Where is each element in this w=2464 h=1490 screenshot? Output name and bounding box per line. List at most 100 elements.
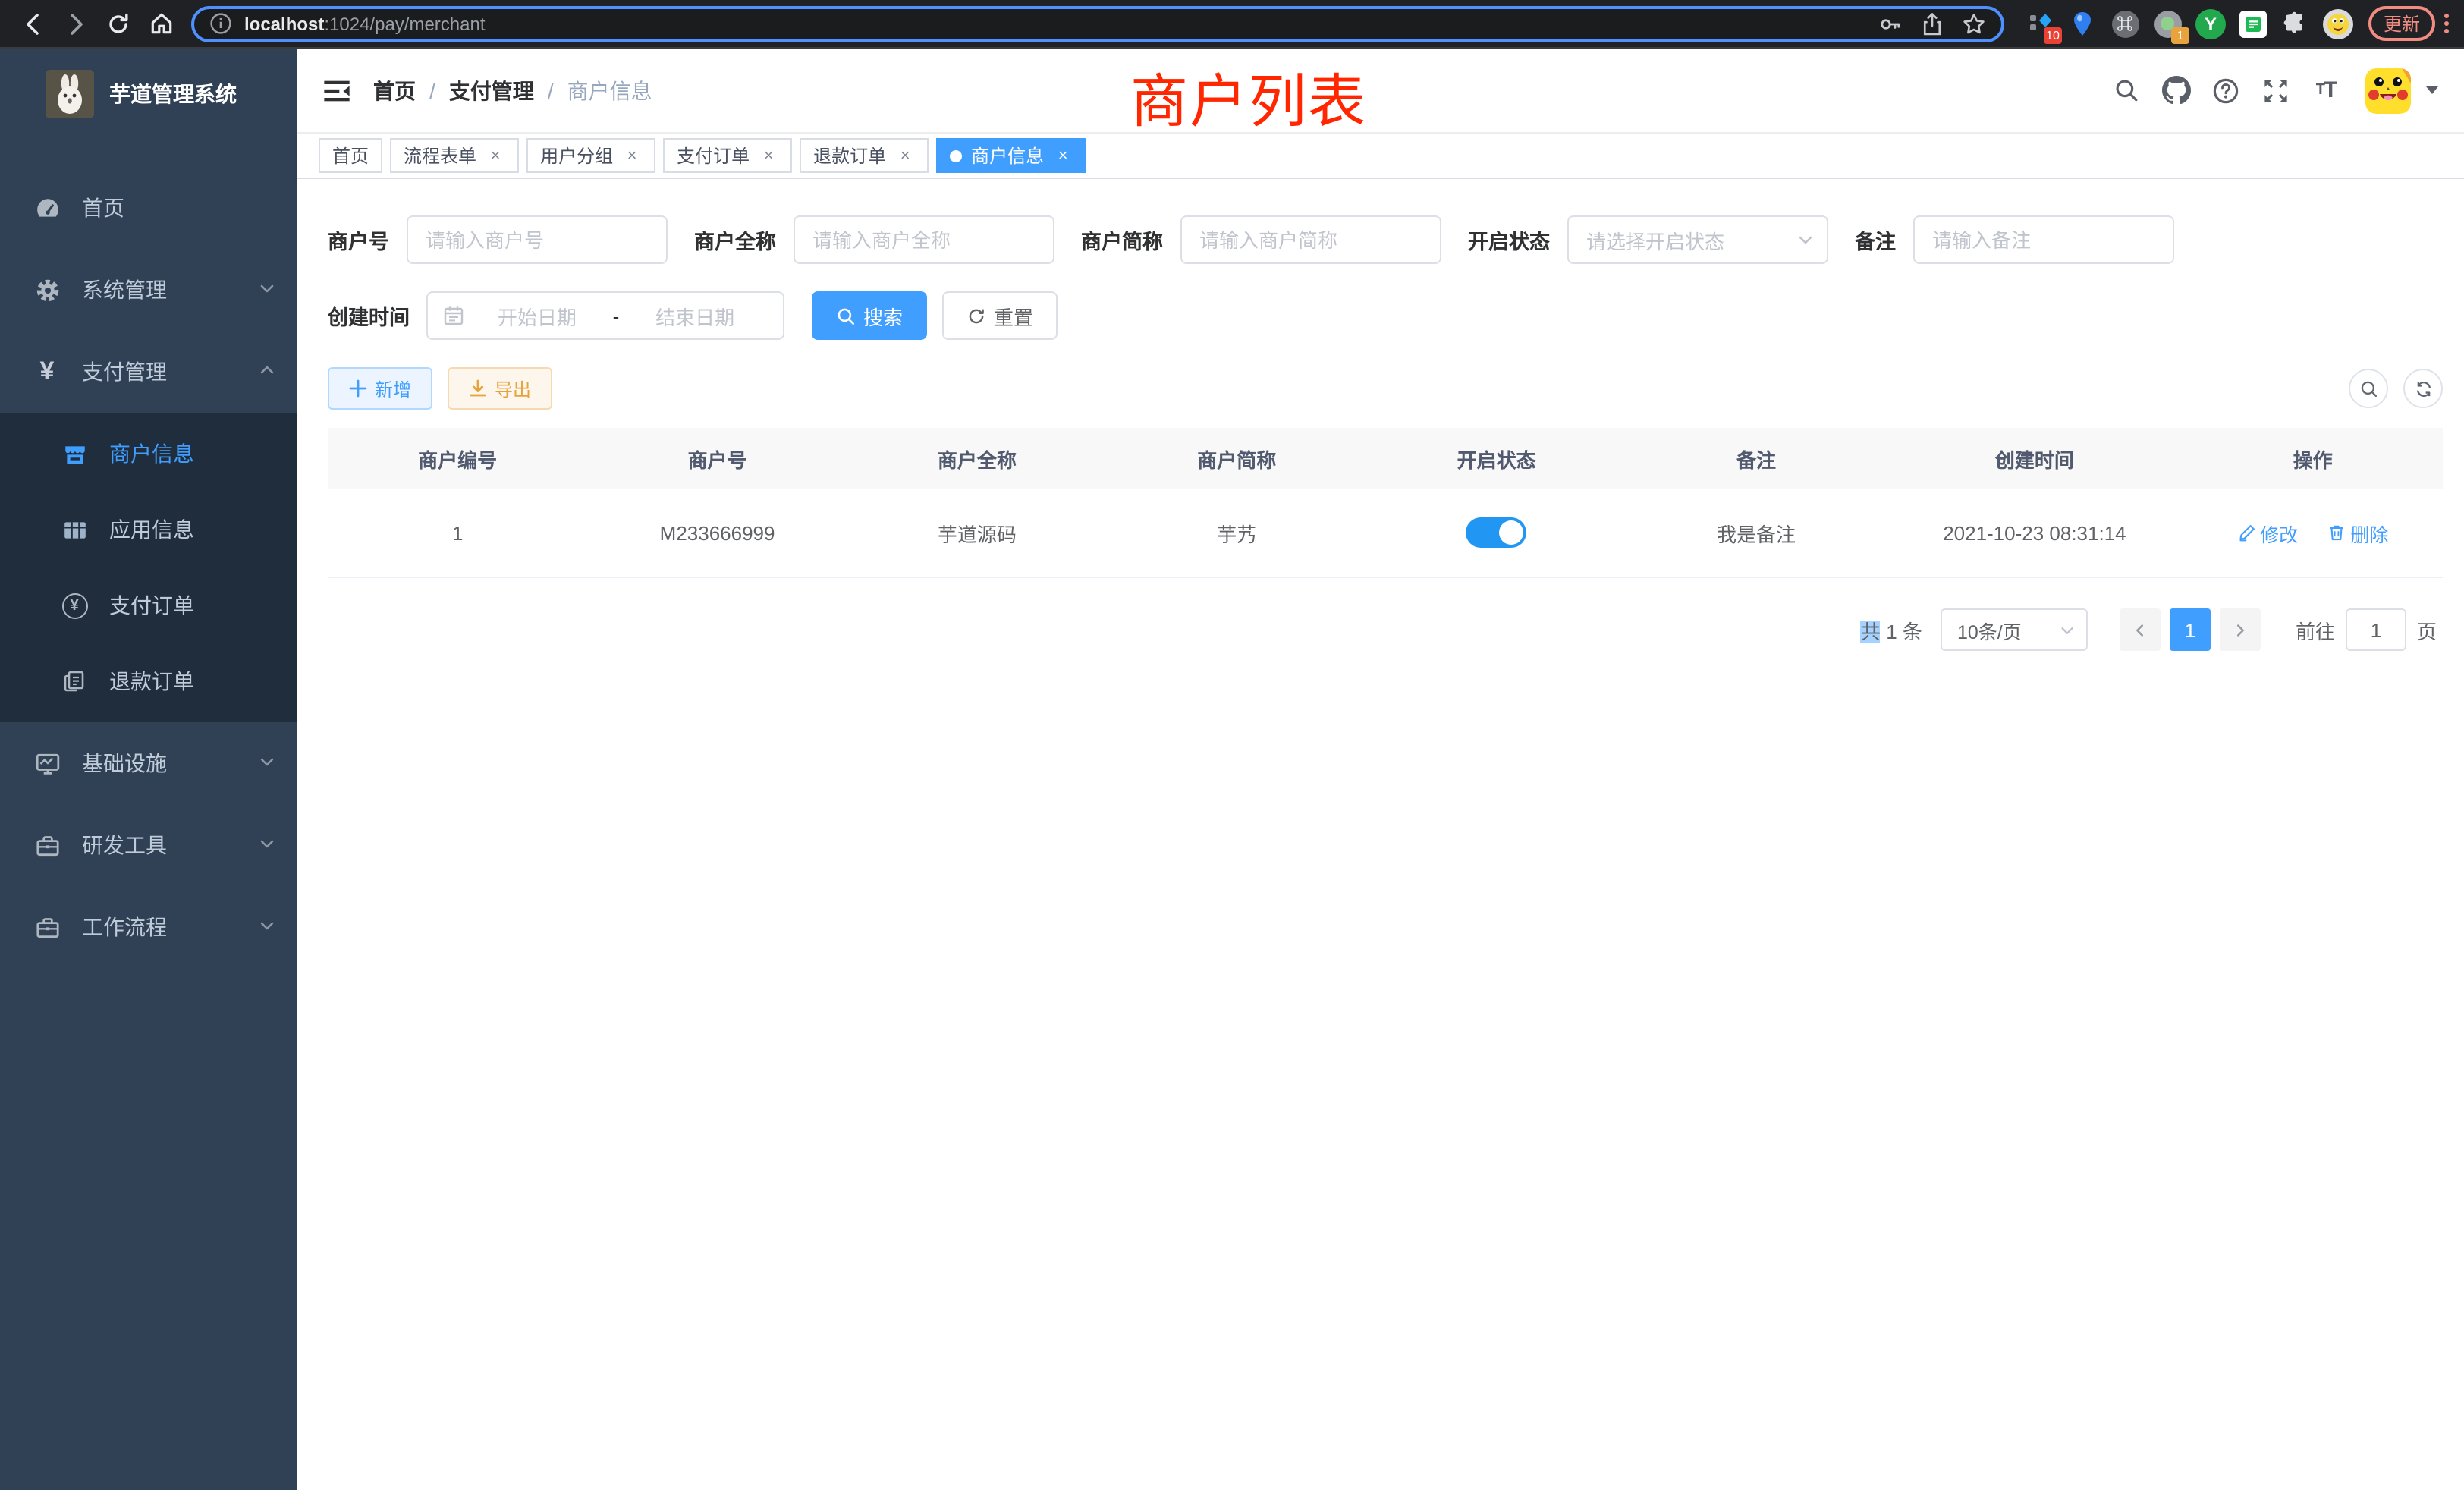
logo-avatar [46,70,94,118]
cell-id: 1 [328,521,587,544]
app-logo[interactable]: 芋道管理系统 [0,49,297,140]
edit-link[interactable]: 修改 [2237,518,2298,547]
extensions-puzzle-icon[interactable] [2279,7,2312,40]
avatar[interactable] [2365,68,2411,113]
tab-home[interactable]: 首页 [319,138,382,173]
forward-icon[interactable] [58,5,94,42]
sidebar-item-pay[interactable]: ¥ 支付管理 [0,331,297,413]
key-icon[interactable] [1878,11,1903,36]
help-icon[interactable] [2206,71,2246,110]
ext-bookmarks-icon[interactable]: 10 [2024,7,2057,40]
cell-merchant-no: M233666999 [587,521,847,544]
tab-pay-order[interactable]: 支付订单 × [663,138,792,173]
ext-command-icon[interactable] [2109,7,2142,40]
reset-button[interactable]: 重置 [942,291,1058,340]
merchant-no-input[interactable] [406,215,667,264]
tab-close-icon[interactable]: × [759,146,778,165]
ext-profile-icon[interactable] [2321,7,2355,40]
tab-close-icon[interactable]: × [1053,146,1073,165]
table-header-id: 商户编号 [328,444,587,473]
page-size-select[interactable]: 10条/页 [1941,608,2088,651]
url-host: localhost [244,13,324,34]
show-search-button[interactable] [2349,369,2388,408]
ext-recorder-icon[interactable]: 1 [2151,7,2185,40]
reload-icon[interactable] [100,5,137,42]
chevron-right-icon [2232,621,2249,638]
browser-toolbar: localhost:1024/pay/merchant 10 [0,0,2464,49]
page-number-1[interactable]: 1 [2170,608,2211,651]
breadcrumb-home[interactable]: 首页 [373,75,416,105]
prev-page-button[interactable] [2120,608,2161,651]
sidebar-item-devtools[interactable]: 研发工具 [0,804,297,886]
fullscreen-icon[interactable] [2256,71,2296,110]
sidebar-item-label: 退款订单 [109,666,194,696]
share-icon[interactable] [1921,11,1944,36]
date-range-picker[interactable]: 开始日期 - 结束日期 [426,291,784,340]
tab-label: 支付订单 [677,143,750,168]
edit-link-label: 修改 [2260,518,2298,547]
hamburger-icon[interactable] [322,75,352,105]
ext-badge-2: 1 [2171,27,2189,43]
goto-page-input[interactable] [2346,608,2406,651]
delete-link-label: 删除 [2350,518,2388,547]
browser-menu-icon[interactable] [2444,14,2449,33]
breadcrumb-pay[interactable]: 支付管理 [449,75,534,105]
add-button[interactable]: 新增 [328,367,432,410]
tab-close-icon[interactable]: × [486,146,505,165]
browser-update-button[interactable]: 更新 [2368,6,2435,41]
search-button[interactable]: 搜索 [812,291,927,340]
back-icon[interactable] [15,5,52,42]
search-icon [2359,379,2378,398]
sidebar-item-workflow[interactable]: 工作流程 [0,886,297,968]
sidebar-item-merchant-info[interactable]: 商户信息 [0,416,297,492]
sidebar-item-system[interactable]: 系统管理 [0,249,297,331]
sidebar-item-infra[interactable]: 基础设施 [0,722,297,804]
sidebar-item-pay-order[interactable]: ¥ 支付订单 [0,567,297,643]
status-placeholder: 请选择开启状态 [1586,225,1796,254]
export-button[interactable]: 导出 [448,367,552,410]
github-icon[interactable] [2156,71,2195,110]
app-title: 芋道管理系统 [109,79,237,109]
star-icon[interactable] [1962,11,1986,36]
remark-label: 备注 [1855,225,1896,255]
tab-process-form[interactable]: 流程表单 × [390,138,519,173]
sidebar-item-home[interactable]: 首页 [0,167,297,249]
search-icon[interactable] [2106,71,2145,110]
next-page-button[interactable] [2220,608,2261,651]
sidebar-item-refund-order[interactable]: 退款订单 [0,643,297,719]
short-name-input[interactable] [1180,215,1441,264]
tab-label: 首页 [332,143,369,168]
refresh-icon [2413,379,2433,398]
reset-button-label: 重置 [994,301,1033,330]
remark-input[interactable] [1912,215,2173,264]
text-size-icon[interactable]: TT [2306,71,2346,110]
ext-y-icon[interactable]: Y [2194,7,2227,40]
tab-merchant-info[interactable]: 商户信息× [936,138,1086,173]
tab-close-icon[interactable]: × [895,146,915,165]
full-name-input[interactable] [793,215,1054,264]
short-name-label: 商户简称 [1081,225,1163,255]
info-icon[interactable] [209,12,232,35]
tab-user-group[interactable]: 用户分组× [526,138,655,173]
sidebar-item-label: 研发工具 [82,830,258,860]
sidebar-item-app-info[interactable]: 应用信息 [0,492,297,567]
yen-circle-icon: ¥ [61,592,88,619]
tab-close-icon[interactable]: × [622,146,642,165]
status-toggle[interactable] [1466,517,1527,548]
refresh-table-button[interactable] [2403,369,2443,408]
url-bar[interactable]: localhost:1024/pay/merchant [191,5,2004,42]
status-select[interactable]: 请选择开启状态 [1567,215,1828,264]
pagination-goto: 前往 页 [2296,608,2437,651]
briefcase-icon [33,913,61,941]
ext-notes-icon[interactable] [2236,7,2270,40]
home-icon[interactable] [143,5,179,42]
tab-label: 流程表单 [404,143,476,168]
sidebar: 芋道管理系统 首页 系统管理 [0,49,297,1490]
delete-link[interactable]: 删除 [2327,518,2388,547]
ext-pin-icon[interactable] [2066,7,2100,40]
tab-refund-order[interactable]: 退款订单× [800,138,929,173]
caret-down-icon[interactable] [2425,77,2440,104]
sidebar-item-label: 基础设施 [82,748,258,778]
table-toolbar: 新增 导出 [328,367,2443,410]
chevron-down-icon [1796,231,1814,249]
